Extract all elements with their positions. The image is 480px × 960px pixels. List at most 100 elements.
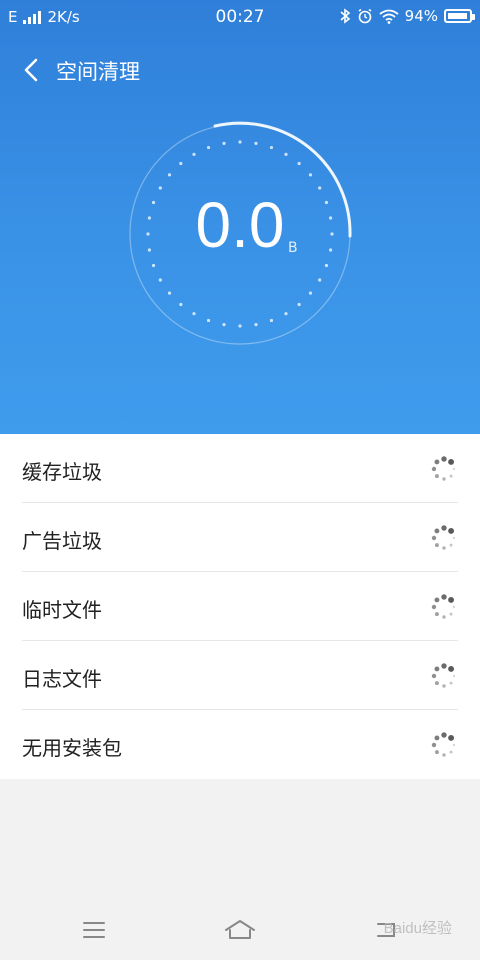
spinner-dot	[442, 477, 446, 481]
home-button[interactable]	[220, 914, 260, 946]
ring-dot	[324, 263, 329, 268]
spinner-dot	[448, 458, 455, 465]
list-item-label: 无用安装包	[22, 736, 122, 760]
spinner-dot	[448, 596, 455, 603]
ring-dot	[179, 302, 183, 307]
spinner-dot	[452, 605, 456, 609]
ring-dot	[151, 263, 156, 268]
battery-percent: 94%	[404, 7, 438, 25]
list-item[interactable]: 缓存垃圾	[0, 434, 480, 503]
ring-dot	[206, 318, 211, 323]
loading-spinner-icon	[431, 594, 456, 619]
ring-dot	[179, 161, 183, 166]
battery-icon	[444, 9, 475, 23]
spinner-dot	[434, 543, 439, 548]
spinner-dot	[449, 474, 453, 478]
spinner-dot	[442, 615, 446, 619]
ring-dot	[308, 291, 313, 295]
spinner-dot	[441, 594, 447, 600]
ring-dot	[222, 141, 226, 145]
spinner-dot	[448, 734, 455, 741]
spinner-dot	[448, 527, 455, 534]
junk-category-list: 缓存垃圾 广告垃圾 临时文件 日志文件 无用安装包	[0, 434, 480, 779]
page-title: 空间清理	[56, 60, 140, 84]
list-item-label: 广告垃圾	[22, 529, 102, 553]
list-item-label: 日志文件	[22, 667, 102, 691]
spinner-dot	[434, 528, 440, 534]
spinner-dot	[431, 742, 437, 748]
ring-dot	[192, 312, 196, 316]
ring-dot	[269, 318, 274, 323]
ring-dot	[167, 291, 172, 295]
list-item[interactable]: 临时文件	[0, 572, 480, 641]
bluetooth-icon	[340, 8, 350, 24]
spinner-dot	[434, 474, 439, 479]
ring-dot	[206, 145, 211, 150]
ring-dot	[158, 278, 162, 282]
wifi-icon	[379, 9, 399, 24]
ring-dot	[222, 323, 226, 327]
spinner-dot	[434, 459, 440, 465]
ring-dot	[318, 278, 322, 282]
spinner-dot	[442, 546, 446, 550]
list-item[interactable]: 日志文件	[0, 641, 480, 710]
title-bar: 空间清理	[0, 52, 480, 92]
spinner-dot	[452, 536, 456, 540]
spinner-dot	[449, 612, 453, 616]
menu-button[interactable]	[74, 914, 114, 946]
spinner-dot	[442, 684, 446, 688]
home-icon	[225, 920, 255, 939]
spinner-dot	[434, 681, 439, 686]
menu-icon	[83, 922, 105, 938]
spinner-dot	[431, 466, 437, 472]
spinner-dot	[452, 674, 456, 678]
ring-dot	[167, 173, 172, 177]
list-item-label: 临时文件	[22, 598, 102, 622]
ring-dot	[238, 140, 242, 144]
scanned-size-unit: B	[288, 240, 298, 256]
spinner-dot	[434, 750, 439, 755]
scan-header: E 2K/s 00:27 94% 空间清理 0.0 B	[0, 0, 480, 434]
spinner-dot	[434, 597, 440, 603]
ring-dot	[297, 161, 301, 166]
loading-spinner-icon	[431, 525, 456, 550]
scanned-size-value: 0.0	[195, 189, 285, 261]
list-item-label: 缓存垃圾	[22, 460, 102, 484]
list-item[interactable]: 广告垃圾	[0, 503, 480, 572]
spinner-dot	[441, 663, 447, 669]
spinner-dot	[449, 750, 453, 754]
spinner-dot	[448, 665, 455, 672]
spinner-dot	[431, 673, 437, 679]
watermark-text: Baidu经验	[383, 920, 452, 937]
ring-dot	[192, 152, 196, 156]
ring-dot	[284, 152, 288, 156]
ring-dot	[297, 302, 301, 307]
status-bar: E 2K/s 00:27 94%	[0, 0, 480, 34]
chevron-left-icon	[24, 58, 38, 82]
back-button[interactable]	[18, 54, 48, 86]
alarm-icon	[358, 8, 372, 24]
system-nav-bar: Baidu经验	[0, 900, 480, 960]
spinner-dot	[441, 456, 447, 462]
spinner-dot	[441, 732, 447, 738]
ring-dot	[308, 173, 313, 177]
spinner-dot	[449, 681, 453, 685]
spinner-dot	[441, 525, 447, 531]
loading-spinner-icon	[431, 456, 456, 481]
ring-dot	[269, 145, 274, 150]
spinner-dot	[434, 666, 440, 672]
spinner-dot	[449, 543, 453, 547]
spinner-dot	[452, 467, 456, 471]
spinner-dot	[431, 604, 437, 610]
loading-spinner-icon	[431, 663, 456, 688]
ring-dot	[254, 141, 258, 145]
ring-dot	[238, 324, 242, 328]
spinner-dot	[452, 743, 456, 747]
spinner-dot	[431, 535, 437, 541]
list-item[interactable]: 无用安装包	[0, 710, 480, 779]
ring-dot	[254, 323, 258, 327]
ring-dot	[284, 312, 288, 316]
spinner-dot	[442, 753, 446, 757]
spinner-dot	[434, 735, 440, 741]
spinner-dot	[434, 612, 439, 617]
